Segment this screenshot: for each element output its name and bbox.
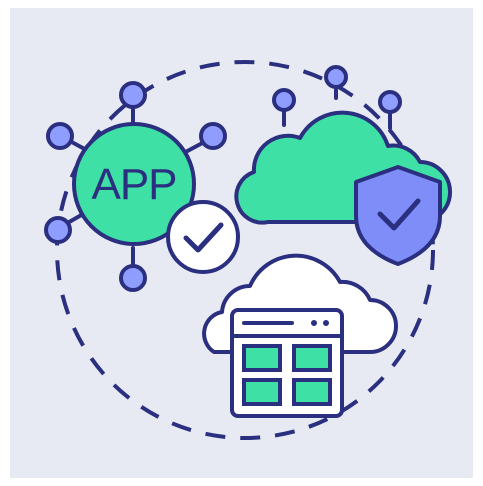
window-dot [323, 320, 329, 326]
cloud-browser-icon [202, 253, 398, 418]
pin-node [378, 90, 402, 114]
network-node [46, 122, 74, 150]
illustration-canvas: APP [0, 0, 483, 486]
checkmark-icon [166, 200, 240, 274]
app-network-icon: APP [44, 81, 240, 292]
network-node [119, 264, 147, 292]
network-node [119, 81, 147, 109]
shield-check-icon [354, 165, 442, 266]
app-label: APP [91, 160, 176, 209]
window-dot [311, 320, 317, 326]
grid-tile [242, 378, 282, 406]
cloud-app-security-illustration: APP [44, 60, 452, 440]
grid-tile [242, 344, 282, 372]
grid-tile [292, 344, 332, 372]
pin-node [272, 88, 296, 112]
network-node [44, 216, 72, 244]
pin-node [324, 65, 348, 89]
network-node [199, 122, 227, 150]
grid-tile [292, 378, 332, 406]
